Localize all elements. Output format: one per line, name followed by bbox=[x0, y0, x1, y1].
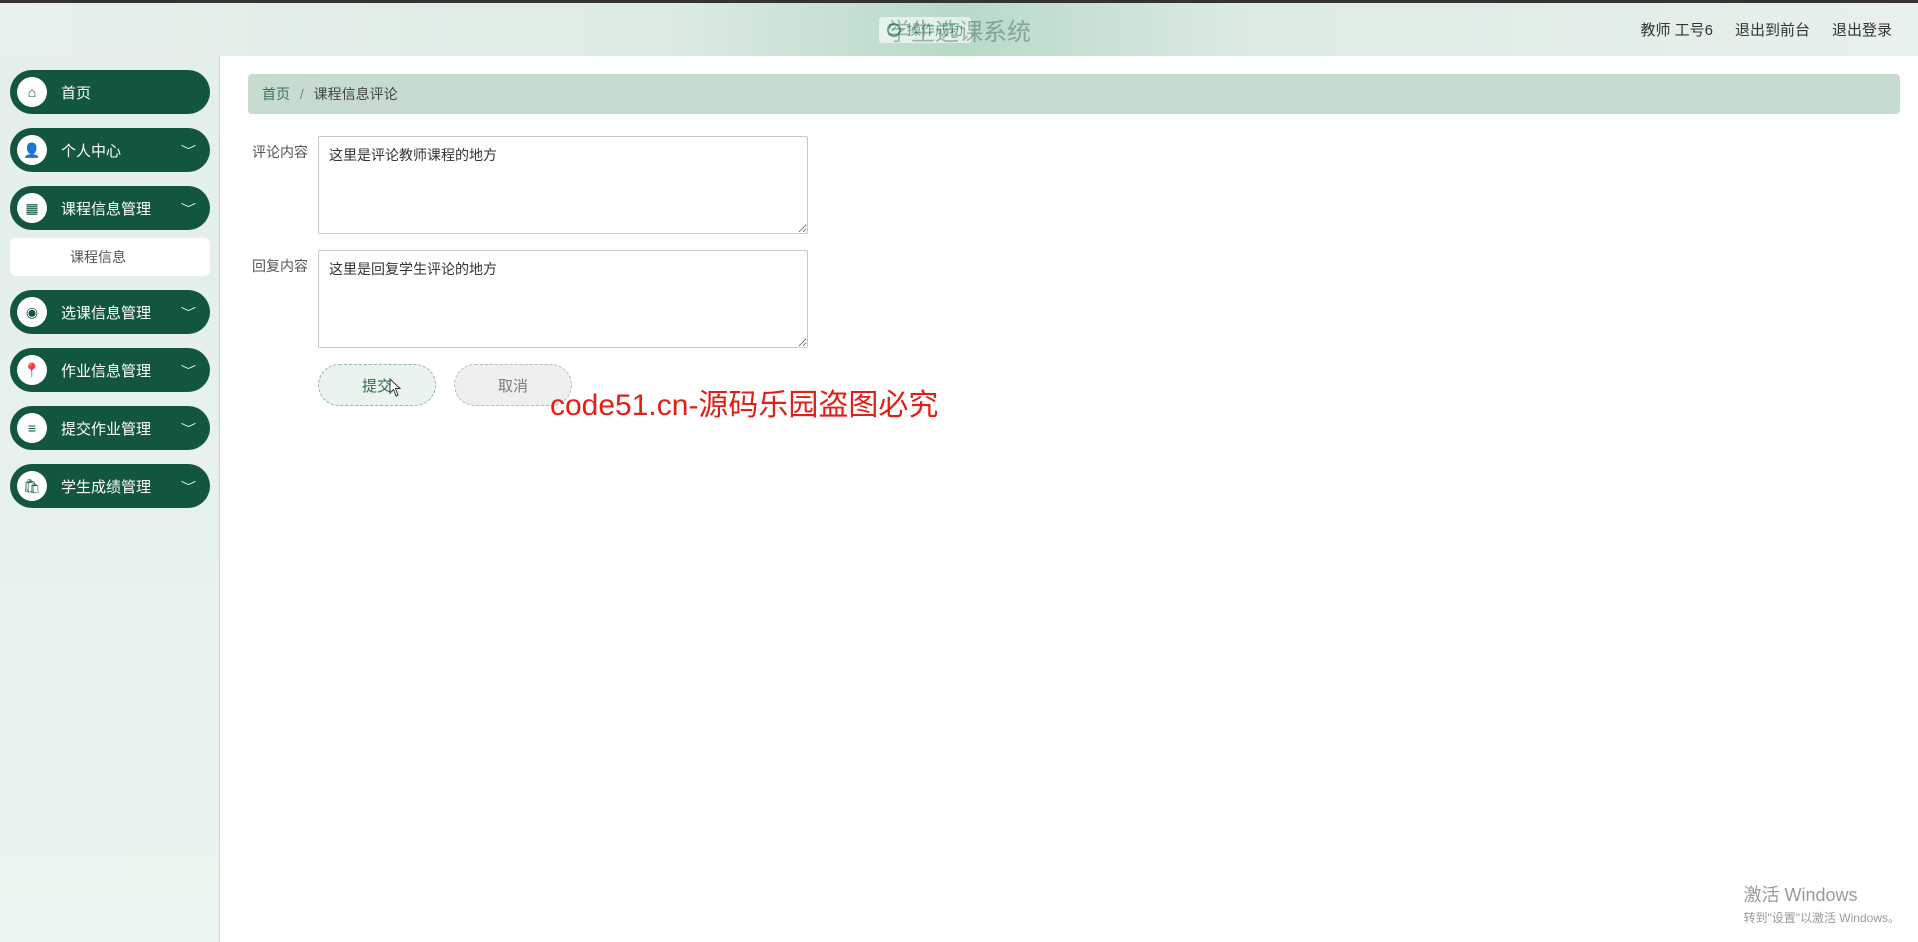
top-header: ✓ 操作成功 学生选课系统 教师 工号6 退出到前台 退出登录 bbox=[0, 0, 1918, 56]
form-row-comment: 评论内容 bbox=[248, 136, 1900, 234]
pin-icon: 📍 bbox=[17, 355, 47, 385]
windows-activation-line1: 激活 Windows bbox=[1743, 881, 1900, 907]
user-label-link[interactable]: 教师 工号6 bbox=[1640, 19, 1713, 40]
windows-activation-notice: 激活 Windows 转到"设置"以激活 Windows。 bbox=[1743, 881, 1900, 926]
system-title: 学生选课系统 bbox=[887, 12, 1031, 47]
chevron-down-icon: ﹀ bbox=[181, 304, 196, 320]
breadcrumb-separator: / bbox=[300, 86, 304, 102]
windows-activation-line2: 转到"设置"以激活 Windows。 bbox=[1743, 909, 1900, 926]
sidebar-item-submit-manage[interactable]: ≡ 提交作业管理 ﹀ bbox=[10, 406, 210, 450]
sidebar-item-label: 首页 bbox=[61, 82, 91, 103]
chevron-down-icon: ﹀ bbox=[181, 142, 196, 158]
sidebar-item-home[interactable]: ⌂ 首页 bbox=[10, 70, 210, 114]
sidebar-item-label: 课程信息管理 bbox=[61, 198, 151, 219]
cancel-button[interactable]: 取消 bbox=[454, 364, 572, 406]
logout-link[interactable]: 退出登录 bbox=[1832, 19, 1892, 40]
sidebar-subitem-course-info[interactable]: 课程信息 bbox=[10, 238, 210, 276]
sidebar-item-grade-manage[interactable]: 🛍 学生成绩管理 ﹀ bbox=[10, 464, 210, 508]
comment-label: 评论内容 bbox=[248, 136, 308, 162]
reply-label: 回复内容 bbox=[248, 250, 308, 276]
main-content: 首页 / 课程信息评论 评论内容 回复内容 提交 取消 bbox=[220, 56, 1918, 942]
breadcrumb-current: 课程信息评论 bbox=[314, 86, 398, 102]
sidebar-submenu-course: 课程信息 bbox=[10, 238, 210, 276]
breadcrumb-home-link[interactable]: 首页 bbox=[262, 86, 290, 102]
disc-icon: ◉ bbox=[17, 297, 47, 327]
breadcrumb: 首页 / 课程信息评论 bbox=[248, 74, 1900, 114]
chevron-down-icon: ﹀ bbox=[181, 200, 196, 216]
user-icon: 👤 bbox=[17, 135, 47, 165]
sidebar-item-label: 作业信息管理 bbox=[61, 360, 151, 381]
sidebar-item-course-manage[interactable]: ▦ 课程信息管理 ﹀ bbox=[10, 186, 210, 230]
sidebar-item-label: 提交作业管理 bbox=[61, 418, 151, 439]
bag-icon: 🛍 bbox=[17, 471, 47, 501]
sidebar-item-label: 选课信息管理 bbox=[61, 302, 151, 323]
chevron-down-icon: ﹀ bbox=[181, 362, 196, 378]
sidebar: ⌂ 首页 👤 个人中心 ﹀ ▦ 课程信息管理 ﹀ 课程信息 ◉ 选课信息管理 ﹀… bbox=[0, 56, 220, 942]
sidebar-item-selection-manage[interactable]: ◉ 选课信息管理 ﹀ bbox=[10, 290, 210, 334]
submit-button[interactable]: 提交 bbox=[318, 364, 436, 406]
button-row: 提交 取消 bbox=[248, 364, 1900, 406]
home-icon: ⌂ bbox=[17, 77, 47, 107]
grid-icon: ▦ bbox=[17, 193, 47, 223]
list-icon: ≡ bbox=[17, 413, 47, 443]
sidebar-item-profile[interactable]: 👤 个人中心 ﹀ bbox=[10, 128, 210, 172]
sidebar-item-homework-manage[interactable]: 📍 作业信息管理 ﹀ bbox=[10, 348, 210, 392]
sidebar-item-label: 学生成绩管理 bbox=[61, 476, 151, 497]
exit-to-front-link[interactable]: 退出到前台 bbox=[1735, 19, 1810, 40]
reply-textarea[interactable] bbox=[318, 250, 808, 348]
comment-textarea[interactable] bbox=[318, 136, 808, 234]
form-row-reply: 回复内容 bbox=[248, 250, 1900, 348]
chevron-down-icon: ﹀ bbox=[181, 420, 196, 436]
sidebar-item-label: 个人中心 bbox=[61, 140, 121, 161]
chevron-down-icon: ﹀ bbox=[181, 478, 196, 494]
